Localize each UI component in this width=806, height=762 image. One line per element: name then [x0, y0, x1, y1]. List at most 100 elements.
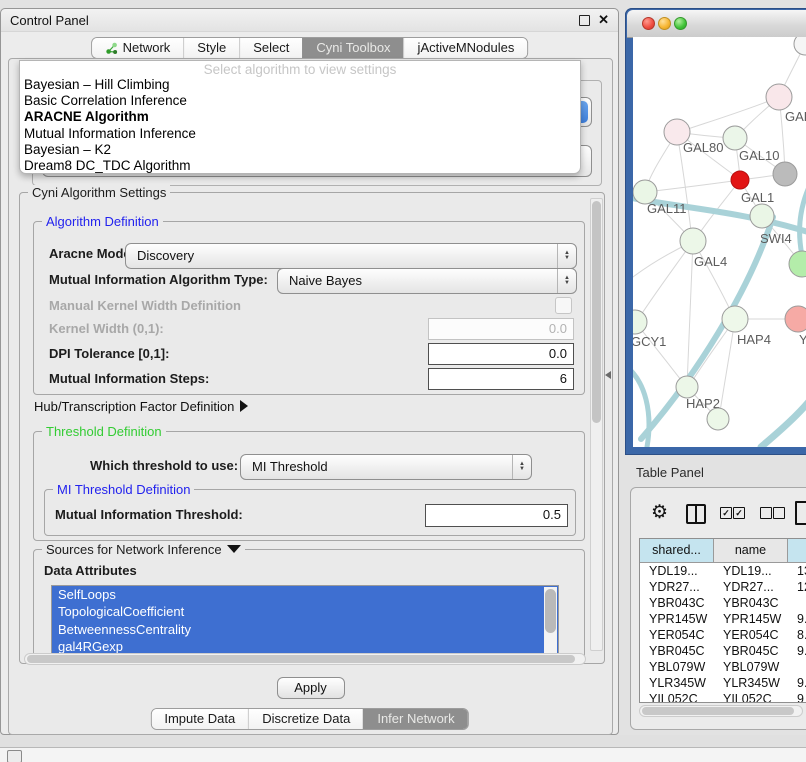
network-node[interactable] [676, 376, 698, 398]
settings-vertical-scrollbar[interactable] [590, 198, 603, 651]
document-icon[interactable] [795, 501, 806, 525]
mi-steps-field[interactable]: 6 [428, 368, 574, 390]
columns-icon[interactable] [686, 504, 706, 524]
mi-threshold-field[interactable]: 0.5 [425, 504, 568, 527]
column-header[interactable]: name [714, 539, 788, 562]
network-node[interactable] [785, 306, 806, 332]
mini-panel-icon[interactable] [7, 750, 22, 762]
scrollbar-thumb[interactable] [642, 707, 794, 715]
network-edge[interactable] [637, 241, 693, 321]
which-threshold-combobox[interactable]: MI Threshold ▲▼ [240, 454, 532, 480]
checked-box-icon[interactable]: ✓ [733, 507, 745, 519]
table-row[interactable]: YIL052CYIL052C9 [640, 691, 806, 703]
network-node[interactable] [731, 171, 749, 189]
table-cell: YBR043C [640, 595, 714, 611]
column-header[interactable] [788, 539, 806, 562]
tab-jactivemnodules[interactable]: jActiveMNodules [404, 38, 528, 58]
attributes-vertical-scrollbar[interactable] [544, 587, 557, 653]
network-node[interactable] [750, 204, 774, 228]
network-window-titlebar[interactable] [627, 10, 806, 38]
algorithm-definition-group: Algorithm Definition Aracne Mode: Discov… [33, 221, 585, 395]
algorithm-option[interactable]: Bayesian – Hill Climbing [20, 77, 580, 93]
tab-discretize-data[interactable]: Discretize Data [248, 709, 363, 729]
tab-style[interactable]: Style [183, 38, 239, 58]
network-node[interactable] [722, 306, 748, 332]
table-row[interactable]: YDR27...YDR27...12 [640, 579, 806, 595]
table-cell: 9. [788, 611, 806, 627]
aracne-mode-combobox[interactable]: Discovery ▲▼ [125, 243, 577, 269]
network-node[interactable] [794, 37, 806, 55]
manual-kernel-checkbox[interactable] [555, 297, 572, 314]
float-window-icon[interactable] [579, 15, 590, 26]
network-node[interactable] [789, 251, 806, 277]
zoom-window-icon[interactable] [674, 17, 687, 30]
tab-select[interactable]: Select [239, 38, 302, 58]
algorithm-option[interactable]: ARACNE Algorithm [20, 109, 580, 125]
scrollbar-thumb[interactable] [27, 655, 575, 663]
network-edge[interactable] [687, 241, 693, 386]
network-edge[interactable] [646, 180, 740, 192]
network-canvas[interactable]: GALGAL80GAL10GAL1GAL11GAL4SWI4GCY1HAP4YH… [633, 37, 806, 447]
network-edge[interactable] [719, 319, 735, 418]
tab-label: Select [253, 38, 289, 58]
table-row[interactable]: YLR345WYLR345W9. [640, 675, 806, 691]
checked-box-icon[interactable]: ✓ [720, 507, 732, 519]
tab-label: Network [123, 38, 171, 58]
network-node[interactable] [773, 162, 797, 186]
table-cell: 9. [788, 675, 806, 691]
table-row[interactable]: YBL079WYBL079W [640, 659, 806, 675]
mi-type-combobox[interactable]: Naive Bayes ▲▼ [277, 268, 577, 294]
unchecked-box-icon[interactable] [760, 507, 772, 519]
gear-icon[interactable]: ⚙ [651, 503, 668, 522]
attribute-item[interactable]: SelfLoops [52, 586, 558, 603]
tab-impute-data[interactable]: Impute Data [151, 709, 248, 729]
scrollbar-thumb[interactable] [545, 589, 556, 633]
network-node[interactable] [633, 310, 647, 334]
algorithm-option[interactable]: Bayesian – K2 [20, 142, 580, 158]
scrollbar-thumb[interactable] [592, 201, 601, 423]
table-row[interactable]: YER054CYER054C8. [640, 627, 806, 643]
table-horizontal-scrollbar[interactable] [639, 705, 803, 717]
close-window-icon[interactable] [642, 17, 655, 30]
data-attributes-list[interactable]: SelfLoopsTopologicalCoefficientBetweenne… [51, 585, 559, 655]
attribute-item[interactable]: TopologicalCoefficient [52, 603, 558, 620]
panel-collapse-handle[interactable] [605, 371, 611, 379]
network-node[interactable] [766, 84, 792, 110]
column-header[interactable]: shared... [640, 539, 714, 562]
algorithm-definition-title: Algorithm Definition [42, 214, 163, 229]
collapse-arrow-icon[interactable] [227, 545, 241, 553]
table-row[interactable]: YDL19...YDL19...13 [640, 563, 806, 579]
network-node[interactable] [707, 408, 729, 430]
hub-definition-expander[interactable]: Hub/Transcription Factor Definition [34, 399, 248, 414]
network-node[interactable] [723, 126, 747, 150]
network-node[interactable] [680, 228, 706, 254]
tab-network[interactable]: Network [92, 38, 184, 58]
algorithm-option[interactable]: Mutual Information Inference [20, 126, 580, 142]
table-cell: YLR345W [640, 675, 714, 691]
table-row[interactable]: YPR145WYPR145W9. [640, 611, 806, 627]
kernel-width-field[interactable]: 0.0 [428, 318, 574, 340]
table-cell: YBL079W [714, 659, 788, 675]
network-edge[interactable] [761, 399, 806, 447]
threshold-definition-title: Threshold Definition [42, 424, 166, 439]
tab-infer-network[interactable]: Infer Network [363, 709, 467, 729]
table-row[interactable]: YBR045CYBR045C9. [640, 643, 806, 659]
algorithm-option[interactable]: Basic Correlation Inference [20, 93, 580, 109]
minimize-window-icon[interactable] [658, 17, 671, 30]
network-edge[interactable] [679, 97, 779, 132]
table-cell: YDL19... [714, 563, 788, 579]
algorithm-option[interactable]: Dream8 DC_TDC Algorithm [20, 158, 580, 174]
unchecked-box-icon[interactable] [773, 507, 785, 519]
table-cell: YDR27... [714, 579, 788, 595]
network-edge[interactable] [800, 187, 806, 261]
attribute-item[interactable]: BetweennessCentrality [52, 621, 558, 638]
algorithm-dropdown-list: Bayesian – Hill ClimbingBasic Correlatio… [20, 77, 580, 174]
table-row[interactable]: YBR043CYBR043C [640, 595, 806, 611]
settings-horizontal-scrollbar[interactable] [24, 653, 586, 665]
tab-cyni-toolbox[interactable]: Cyni Toolbox [302, 38, 403, 58]
apply-button[interactable]: Apply [277, 677, 345, 699]
mi-threshold-label: Mutual Information Threshold: [55, 507, 243, 522]
combo-stepper-icon: ▲▼ [557, 269, 576, 293]
dpi-tolerance-field[interactable]: 0.0 [428, 343, 574, 365]
close-icon[interactable]: ✕ [598, 12, 609, 28]
